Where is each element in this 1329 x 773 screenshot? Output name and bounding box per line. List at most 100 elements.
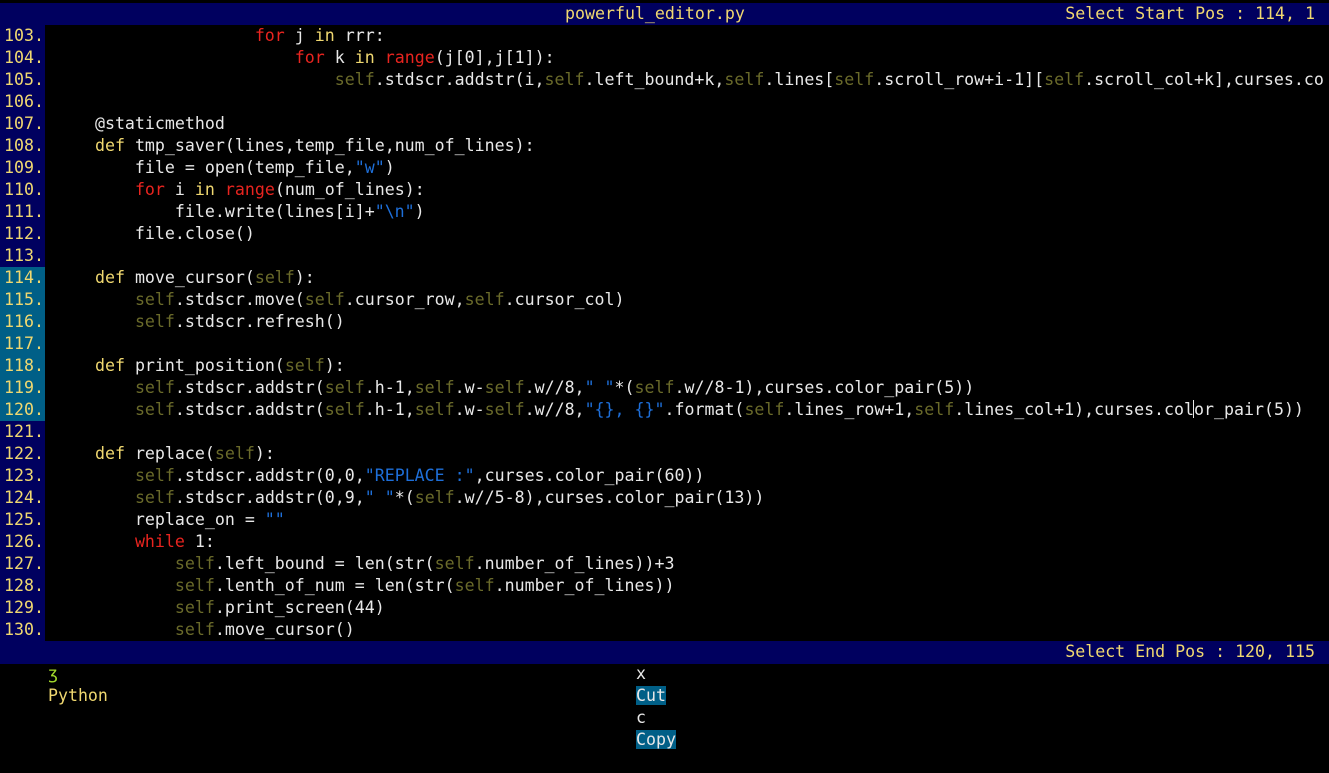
code-token: ) (414, 202, 425, 221)
self-token: self (454, 576, 495, 595)
code-token: i (164, 180, 195, 199)
code-text: self.stdscr.refresh() (55, 311, 345, 333)
code-line[interactable]: 114. def move_cursor(self): (0, 267, 1329, 289)
code-line[interactable]: 124. self.stdscr.addstr(0,9," "*(self.w/… (0, 487, 1329, 509)
self-token: self (134, 400, 175, 419)
self-token: self (724, 70, 765, 89)
code-line[interactable]: 125. replace_on = "" (0, 509, 1329, 531)
code-line[interactable]: 103. for j in rrr: (0, 25, 1329, 47)
keyword-token: def (94, 444, 125, 463)
code-token: file.write(lines[i]+ (55, 202, 375, 221)
code-token: file = open(temp_file, (55, 158, 355, 177)
self-token: self (464, 290, 505, 309)
code-editor[interactable]: 103. for j in rrr: 104. for k in range(j[… (0, 25, 1329, 641)
line-number: 120. (0, 399, 45, 421)
string-token: " " (584, 378, 615, 397)
code-line[interactable]: 119. self.stdscr.addstr(self.h-1,self.w-… (0, 377, 1329, 399)
keyword-token: for (254, 26, 285, 45)
code-token: .lines[ (764, 70, 835, 89)
line-number: 105. (0, 69, 45, 91)
code-line[interactable]: 113. (0, 245, 1329, 267)
code-token: .stdscr.addstr(0,0, (174, 466, 365, 485)
code-line[interactable]: 129. self.print_screen(44) (0, 597, 1329, 619)
code-line[interactable]: 123. self.stdscr.addstr(0,0,"REPLACE :",… (0, 465, 1329, 487)
code-token: rrr: (334, 26, 385, 45)
code-line[interactable]: 108. def tmp_saver(lines,temp_file,num_o… (0, 135, 1329, 157)
status-bar: ʒ Python x Cut c Copy Select End Pos : 1… (0, 641, 1329, 749)
line-number: 123. (0, 465, 45, 487)
code-line[interactable]: 104. for k in range(j[0],j[1]): (0, 47, 1329, 69)
code-line[interactable]: 111. file.write(lines[i]+"\n") (0, 201, 1329, 223)
code-line[interactable]: 115. self.stdscr.move(self.cursor_row,se… (0, 289, 1329, 311)
code-token: .cursor_col) (504, 290, 625, 309)
code-text: self.lenth_of_num = len(str(self.number_… (55, 575, 675, 597)
keyword-token: while (134, 532, 185, 551)
code-line[interactable]: 126. while 1: (0, 531, 1329, 553)
line-number: 111. (0, 201, 45, 223)
code-token: .scroll_col+k],curses.co (1084, 70, 1324, 89)
code-text: self.stdscr.addstr(0,9," "*(self.w//5-8)… (55, 487, 764, 509)
code-token: k (324, 48, 355, 67)
select-end-position: Select End Pos : 120, 115 (1065, 642, 1315, 661)
code-token: .stdscr.move( (174, 290, 305, 309)
code-token: .w//8, (524, 378, 585, 397)
keyword-token: range (224, 180, 275, 199)
code-token: ): (254, 444, 275, 463)
self-token: self (484, 400, 525, 419)
code-line[interactable]: 120. self.stdscr.addstr(self.h-1,self.w-… (0, 399, 1329, 421)
code-line[interactable]: 121. (0, 421, 1329, 443)
code-token: @staticmethod (55, 114, 225, 133)
code-token: (j[0],j[1]): (434, 48, 555, 67)
select-start-position: Select Start Pos : 114, 1 (1065, 4, 1315, 23)
code-token: ,curses.color_pair(60)) (474, 466, 705, 485)
line-number: 113. (0, 245, 45, 267)
code-line[interactable]: 128. self.lenth_of_num = len(str(self.nu… (0, 575, 1329, 597)
code-text: for j in rrr: (55, 25, 385, 47)
keyword-token: range (384, 48, 435, 67)
code-token: .w//8, (524, 400, 585, 419)
cut-button[interactable]: Cut (635, 686, 666, 705)
code-token: .w- (454, 378, 485, 397)
line-number: 116. (0, 311, 45, 333)
code-line[interactable]: 116. self.stdscr.refresh() (0, 311, 1329, 333)
code-line[interactable]: 106. (0, 91, 1329, 113)
code-line[interactable]: 127. self.left_bound = len(str(self.numb… (0, 553, 1329, 575)
code-line[interactable]: 109. file = open(temp_file,"w") (0, 157, 1329, 179)
code-token: .lines_row+1, (784, 400, 915, 419)
self-token: self (914, 400, 955, 419)
line-number: 103. (0, 25, 45, 47)
code-token: .left_bound = len(str( (214, 554, 435, 573)
line-number: 112. (0, 223, 45, 245)
code-token: .w//5-8),curses.color_pair(13)) (454, 488, 765, 507)
code-token: .left_bound+k, (584, 70, 725, 89)
code-line[interactable]: 118. def print_position(self): (0, 355, 1329, 377)
code-text: self.move_cursor() (55, 619, 355, 641)
self-token: self (134, 290, 175, 309)
code-line[interactable]: 110. for i in range(num_of_lines): (0, 179, 1329, 201)
code-line[interactable]: 107. @staticmethod (0, 113, 1329, 135)
code-token: file.close() (55, 224, 255, 243)
code-token: .stdscr.addstr( (174, 400, 325, 419)
keyword-token: in (354, 48, 375, 67)
line-number: 118. (0, 355, 45, 377)
line-number: 115. (0, 289, 45, 311)
code-line[interactable]: 117. (0, 333, 1329, 355)
code-text: self.stdscr.addstr(self.h-1,self.w-self.… (55, 399, 1304, 421)
code-text: def replace(self): (55, 443, 275, 465)
self-token: self (304, 290, 345, 309)
self-token: self (744, 400, 785, 419)
code-text: @staticmethod (55, 113, 225, 135)
line-number: 127. (0, 553, 45, 575)
self-token: self (324, 378, 365, 397)
language-indicator: ʒ Python (8, 641, 108, 729)
code-token: .stdscr.refresh() (174, 312, 345, 331)
code-line[interactable]: 122. def replace(self): (0, 443, 1329, 465)
code-line[interactable]: 105. self.stdscr.addstr(i,self.left_boun… (0, 69, 1329, 91)
code-text: self.stdscr.move(self.cursor_row,self.cu… (55, 289, 625, 311)
code-line[interactable]: 112. file.close() (0, 223, 1329, 245)
code-token: .lines_col+1),curses.col (954, 400, 1195, 419)
self-token: self (434, 554, 475, 573)
code-line[interactable]: 130. self.move_cursor() (0, 619, 1329, 641)
copy-button[interactable]: Copy (635, 730, 676, 749)
